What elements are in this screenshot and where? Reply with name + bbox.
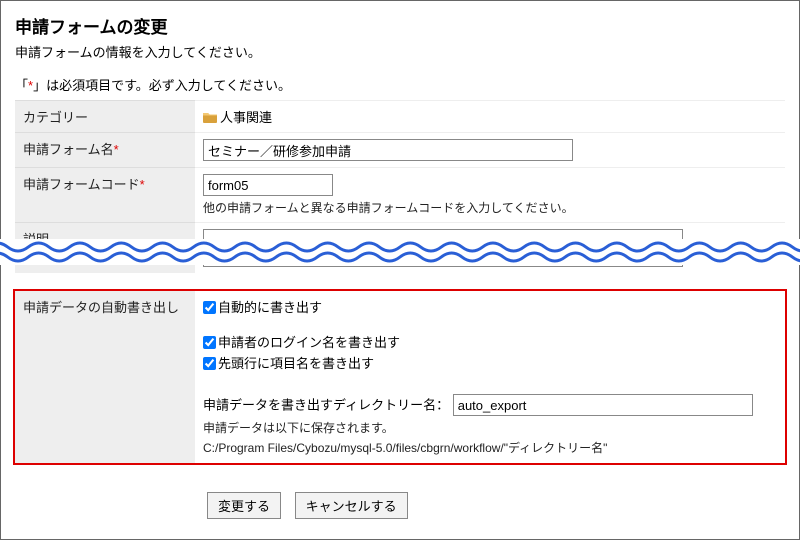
auto-export-section: 申請データの自動書き出し 自動的に書き出す 申請者のログイン名を書き出す 先頭行…: [13, 289, 787, 465]
folder-icon: [203, 111, 217, 123]
asterisk-icon: *: [140, 177, 145, 192]
form-name-label: 申請フォーム名*: [15, 133, 195, 168]
directory-name-input[interactable]: [453, 394, 753, 416]
category-value: 人事関連: [220, 110, 272, 125]
export-header-checkbox-label: 先頭行に項目名を書き出す: [218, 356, 374, 371]
auto-export-label: 申請データの自動書き出し: [15, 291, 195, 463]
form-code-label: 申請フォームコード*: [15, 168, 195, 223]
auto-export-checkbox-label: 自動的に書き出す: [218, 300, 322, 315]
export-login-checkbox[interactable]: [203, 336, 216, 349]
submit-button[interactable]: 変更する: [207, 492, 281, 519]
description-label: 説明: [15, 223, 195, 274]
page-title: 申請フォームの変更: [15, 13, 785, 38]
required-note: 「*」は必須項目です。必ず入力してください。: [15, 75, 785, 94]
form-name-input[interactable]: [203, 139, 573, 161]
form-code-help: 他の申請フォームと異なる申請フォームコードを入力してください。: [203, 199, 777, 216]
export-login-checkbox-label: 申請者のログイン名を書き出す: [218, 335, 400, 350]
page-subtitle: 申請フォームの情報を入力してください。: [15, 42, 785, 61]
cancel-button[interactable]: キャンセルする: [295, 492, 408, 519]
asterisk-icon: *: [114, 142, 119, 157]
save-note: 申請データは以下に保存されます。: [203, 419, 777, 436]
form-code-input[interactable]: [203, 174, 333, 196]
save-path: C:/Program Files/Cybozu/mysql-5.0/files/…: [203, 439, 777, 456]
directory-name-label: 申請データを書き出すディレクトリー名：: [203, 398, 449, 413]
export-header-checkbox[interactable]: [203, 357, 216, 370]
description-textarea[interactable]: [203, 229, 683, 267]
category-label: カテゴリー: [15, 101, 195, 133]
auto-export-checkbox[interactable]: [203, 301, 216, 314]
category-value-cell: 人事関連: [195, 101, 785, 133]
